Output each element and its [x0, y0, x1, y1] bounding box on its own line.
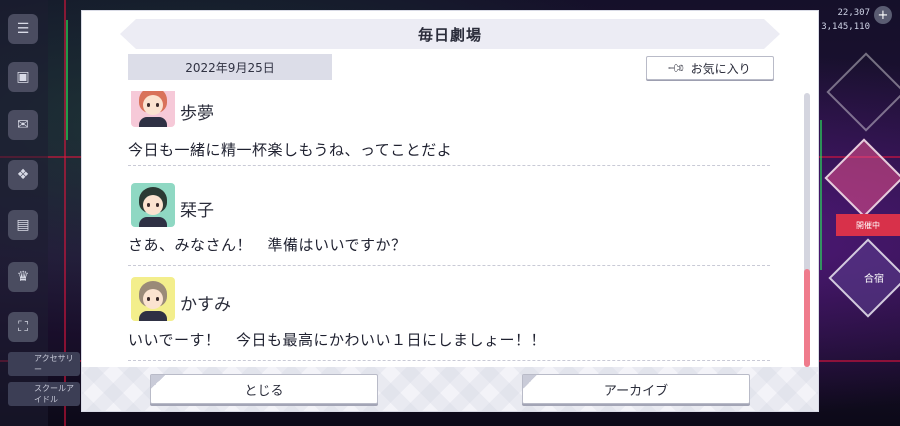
gift-icon[interactable]: ✉ — [8, 110, 38, 140]
stat-sub: 3,145,110 — [821, 22, 870, 32]
card-icon[interactable]: ▣ — [8, 62, 38, 92]
trophy-icon[interactable]: ♛ — [8, 262, 38, 292]
archive-label: アーカイブ — [603, 383, 669, 399]
menu-icon[interactable]: ☰ — [8, 14, 38, 44]
bg-line — [66, 20, 68, 140]
school-idol-button[interactable]: スクールアイドル — [8, 382, 80, 406]
expand-icon[interactable]: ⛶ — [8, 312, 38, 342]
plus-button[interactable]: + — [874, 6, 892, 24]
avatar — [131, 277, 175, 321]
speaker-name: 栞子 — [180, 201, 214, 221]
favorite-label: お気に入り — [690, 61, 751, 76]
close-label: とじる — [244, 383, 284, 399]
dialog-title: 毎日劇場 — [417, 25, 482, 44]
pin-icon: 📌︎ — [666, 57, 688, 79]
dialog-title-bar: 毎日劇場 — [120, 19, 780, 49]
diamond-decoration — [824, 138, 900, 218]
diamond-label: 合宿 — [864, 274, 884, 285]
divider — [128, 360, 770, 361]
right-panel: 22,307 3,145,110 + 合宿 — [818, 0, 900, 426]
speaker-name: かすみ — [180, 295, 231, 315]
diamond-decoration — [826, 52, 900, 132]
daily-theater-dialog: 毎日劇場 2022年9月25日 📌︎ お気に入り 歩夢 今日も一緒に精一杯楽しも… — [82, 11, 818, 411]
chat-icon[interactable]: ▤ — [8, 210, 38, 240]
dialogue-list[interactable]: 歩夢 今日も一緒に精一杯楽しもうね、ってことだよ 栞子 さあ、みなさん！ 準備は… — [128, 91, 770, 361]
accessory-button[interactable]: アクセサリー — [8, 352, 80, 376]
avatar — [131, 91, 175, 127]
favorite-button[interactable]: 📌︎ お気に入り — [646, 56, 774, 80]
dialogue-line: いいでーす！ 今日も最高にかわいい１日にしましょー！！ — [128, 331, 547, 349]
dialogue-line: さあ、みなさん！ 準備はいいですか？ — [128, 236, 407, 254]
archive-button[interactable]: アーカイブ — [522, 374, 750, 404]
avatar — [131, 183, 175, 227]
present-icon[interactable]: ❖ — [8, 160, 38, 190]
divider — [128, 265, 770, 266]
scrollbar-thumb[interactable] — [804, 269, 810, 367]
event-tab[interactable]: 開催中 — [836, 214, 900, 236]
date-label: 2022年9月25日 — [128, 54, 332, 80]
close-button[interactable]: とじる — [150, 374, 378, 404]
divider — [128, 165, 770, 166]
dialogue-line: 今日も一緒に精一杯楽しもうね、ってことだよ — [128, 141, 453, 159]
speaker-name: 歩夢 — [180, 104, 214, 124]
stat-top: 22,307 — [837, 8, 870, 18]
